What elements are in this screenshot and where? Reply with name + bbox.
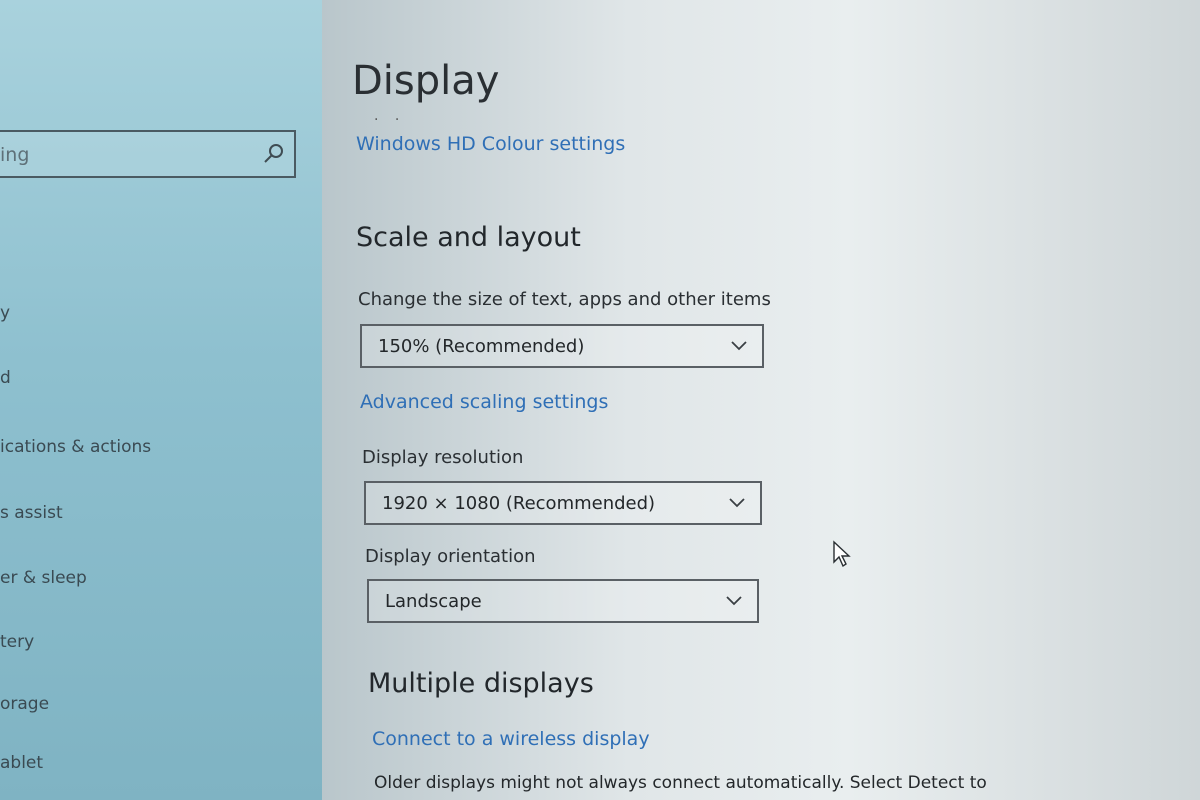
chevron-down-icon (726, 596, 742, 606)
orientation-dropdown[interactable]: Landscape (367, 579, 759, 623)
sidebar-item-display[interactable]: y (0, 303, 10, 323)
chevron-down-icon (729, 498, 745, 508)
advanced-scaling-link[interactable]: Advanced scaling settings (360, 391, 608, 413)
search-icon[interactable] (262, 142, 286, 166)
decorative-dots: . . (374, 108, 406, 124)
older-displays-description: Older displays might not always connect … (374, 773, 987, 793)
page-title: Display (352, 58, 500, 104)
main-content: Display . . Windows HD Colour settings S… (322, 0, 1200, 800)
chevron-down-icon (731, 341, 747, 351)
sidebar-item-sound[interactable]: d (0, 368, 11, 388)
resolution-dropdown[interactable]: 1920 × 1080 (Recommended) (364, 481, 762, 525)
text-size-label: Change the size of text, apps and other … (358, 289, 771, 310)
scale-layout-heading: Scale and layout (356, 222, 581, 253)
sidebar-item-battery[interactable]: tery (0, 632, 34, 652)
windows-hd-colour-link[interactable]: Windows HD Colour settings (356, 133, 625, 155)
wireless-display-link[interactable]: Connect to a wireless display (372, 728, 650, 750)
sidebar-item-tablet[interactable]: ablet (0, 753, 43, 773)
mouse-pointer-icon (833, 540, 851, 568)
multiple-displays-heading: Multiple displays (368, 668, 594, 699)
search-input[interactable]: ing (0, 130, 296, 178)
orientation-dropdown-value: Landscape (385, 591, 482, 612)
scale-dropdown-value: 150% (Recommended) (378, 336, 585, 357)
sidebar-item-notifications[interactable]: ications & actions (0, 437, 151, 457)
scale-dropdown[interactable]: 150% (Recommended) (360, 324, 764, 368)
display-orientation-label: Display orientation (365, 546, 536, 567)
resolution-dropdown-value: 1920 × 1080 (Recommended) (382, 493, 656, 514)
search-input-text: ing (0, 144, 30, 166)
sidebar: ing y d ications & actions s assist er &… (0, 0, 322, 800)
settings-window: ing y d ications & actions s assist er &… (0, 0, 1200, 800)
sidebar-item-focus-assist[interactable]: s assist (0, 503, 63, 523)
display-resolution-label: Display resolution (362, 447, 524, 468)
sidebar-item-storage[interactable]: orage (0, 694, 49, 714)
sidebar-item-power-sleep[interactable]: er & sleep (0, 568, 87, 588)
